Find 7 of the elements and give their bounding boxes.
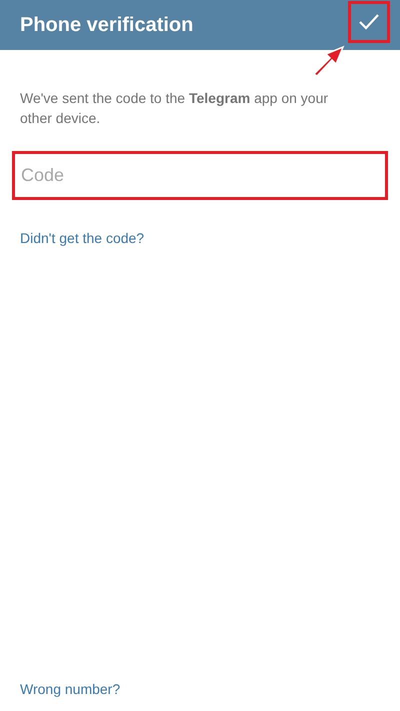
instruction-text: We've sent the code to the Telegram app on your other device. [20,89,330,128]
wrong-number-link[interactable]: Wrong number? [20,681,120,697]
checkmark-icon [358,13,380,31]
confirm-button[interactable] [348,1,390,43]
screen-title: Phone verification [20,14,194,36]
resend-code-link[interactable]: Didn't get the code? [20,230,144,246]
code-field[interactable]: Code [12,151,388,200]
